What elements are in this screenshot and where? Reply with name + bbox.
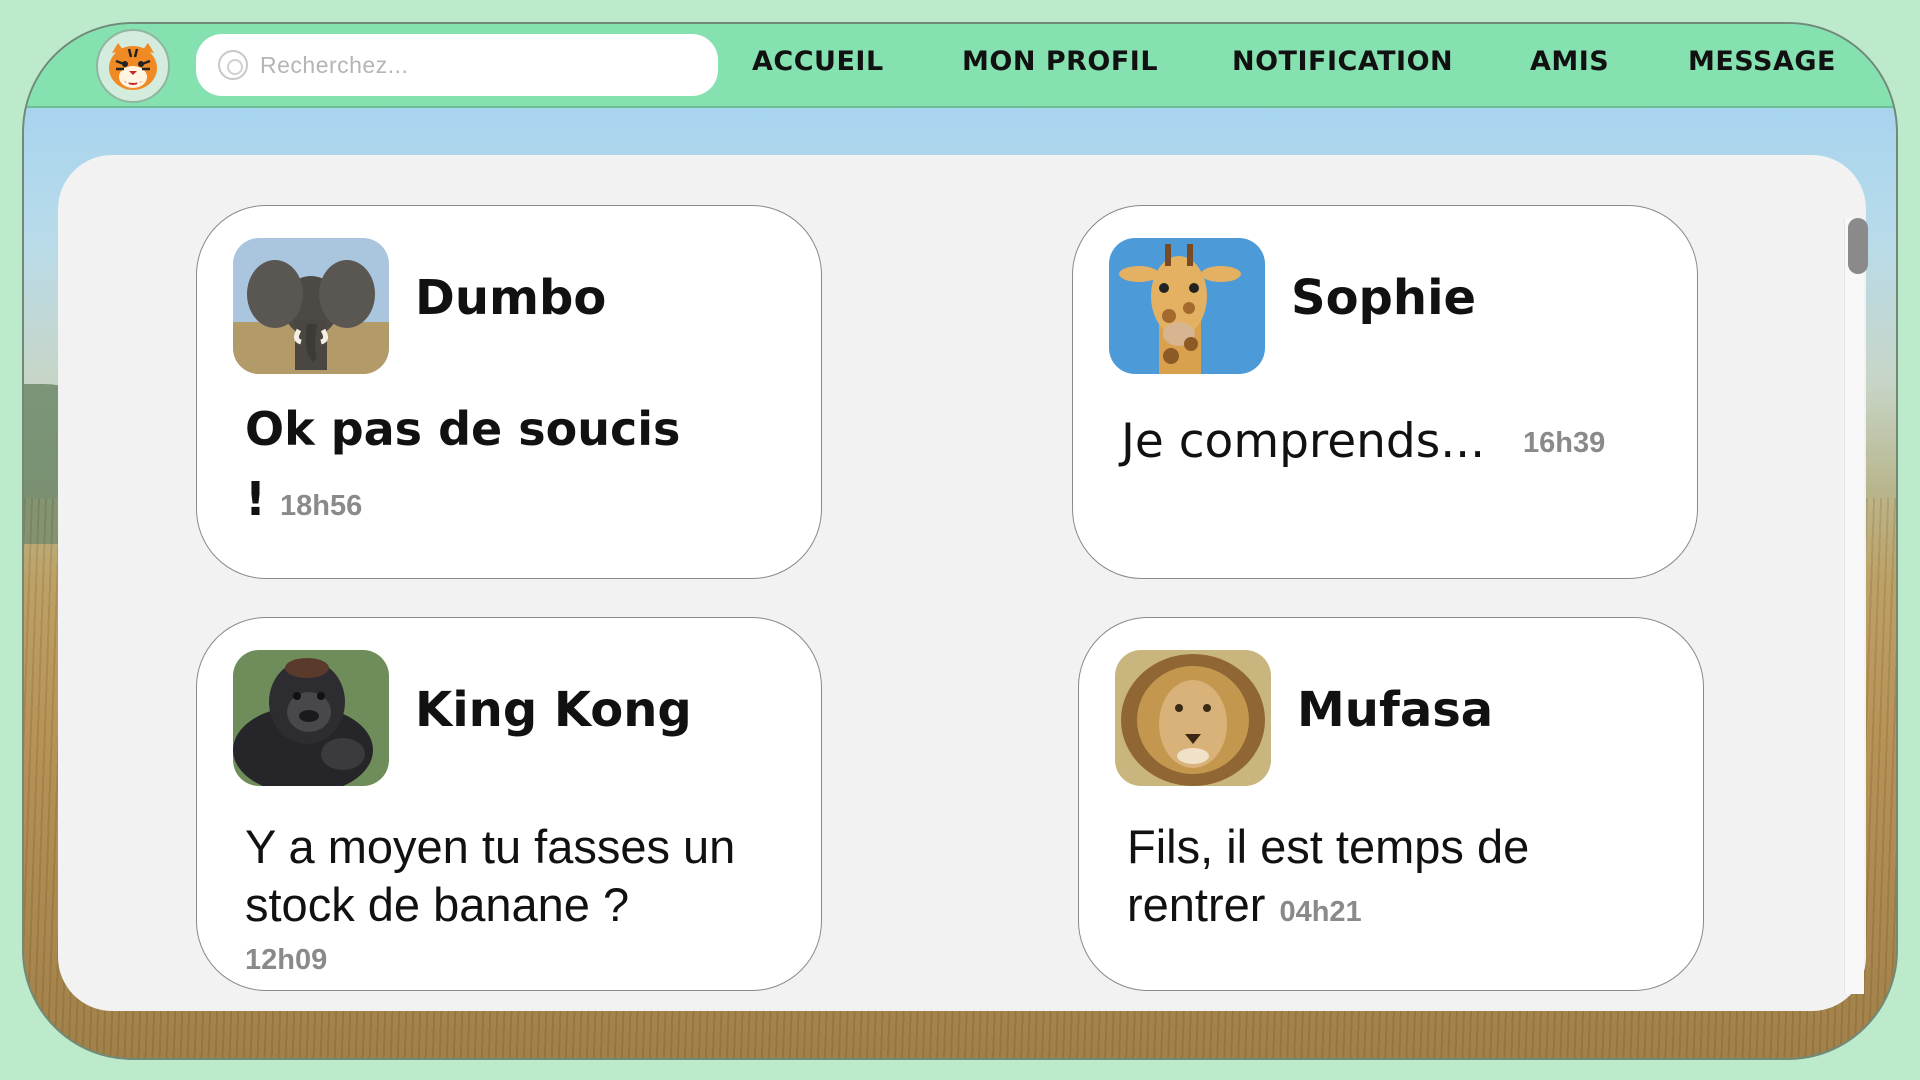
contact-name: King Kong <box>415 682 692 738</box>
nav-mon-profil[interactable]: MON PROFIL <box>962 46 1158 77</box>
search-icon <box>218 50 248 80</box>
gorilla-icon <box>233 650 389 786</box>
message-time: 12h09 <box>245 944 328 976</box>
contact-name: Mufasa <box>1297 682 1494 738</box>
scrollbar-track[interactable] <box>1844 218 1864 994</box>
conversations-panel: Dumbo Ok pas de soucis ! 18h56 Sophie Je… <box>58 155 1866 1011</box>
message-time: 04h21 <box>1279 896 1362 928</box>
nav-message[interactable]: MESSAGE <box>1688 46 1836 77</box>
nav-accueil[interactable]: ACCUEIL <box>752 46 884 77</box>
message-preview: Fils, il est temps de rentrer 04h21 <box>1127 818 1647 941</box>
nav-amis[interactable]: AMIS <box>1530 46 1609 77</box>
lion-icon <box>1115 650 1271 786</box>
nav-notification[interactable]: NOTIFICATION <box>1232 46 1453 77</box>
contact-name: Sophie <box>1291 270 1477 326</box>
tiger-logo-icon[interactable] <box>96 29 170 103</box>
giraffe-icon <box>1109 238 1265 374</box>
conversation-card-king-kong[interactable]: King Kong Y a moyen tu fasses un stock d… <box>196 617 822 991</box>
message-text: Y a moyen tu fasses un stock de banane ? <box>245 820 736 931</box>
message-preview: Ok pas de soucis ! 18h56 <box>245 394 805 541</box>
message-time: 18h56 <box>279 490 363 522</box>
elephant-icon <box>233 238 389 374</box>
message-text: Je comprends... <box>1121 414 1486 469</box>
top-navbar: ACCUEIL MON PROFIL NOTIFICATION AMIS MES… <box>24 24 1896 108</box>
search-box[interactable] <box>196 34 718 96</box>
conversation-card-dumbo[interactable]: Dumbo Ok pas de soucis ! 18h56 <box>196 205 822 579</box>
conversation-card-mufasa[interactable]: Mufasa Fils, il est temps de rentrer 04h2… <box>1078 617 1704 991</box>
conversation-card-sophie[interactable]: Sophie Je comprends... 16h39 <box>1072 205 1698 579</box>
message-time: 16h39 <box>1523 427 1606 459</box>
app-frame: ACCUEIL MON PROFIL NOTIFICATION AMIS MES… <box>22 22 1898 1060</box>
scrollbar-thumb[interactable] <box>1848 218 1868 274</box>
search-input[interactable] <box>260 51 700 79</box>
contact-name: Dumbo <box>415 270 607 326</box>
